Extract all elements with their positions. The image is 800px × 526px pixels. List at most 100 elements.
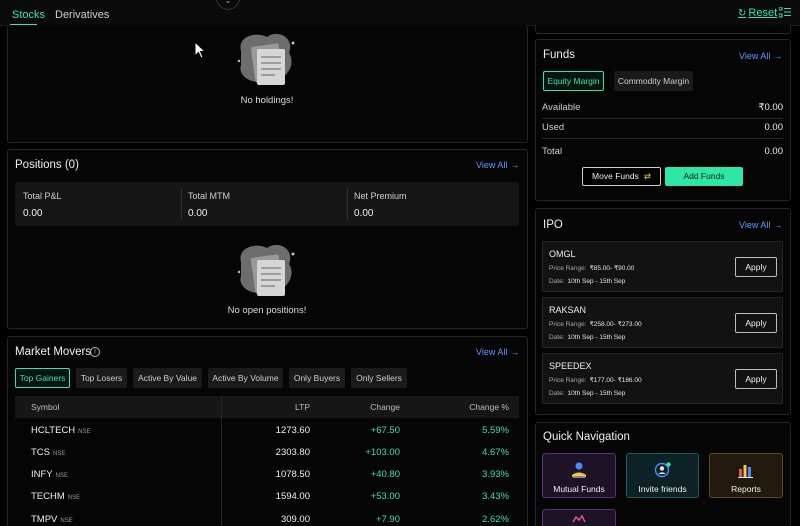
symbol-name: INFY	[31, 469, 53, 480]
price-range-label: Price Range:	[549, 377, 587, 384]
positions-summary: Total P&L 0.00 Total MTM 0.00 Net Premiu…	[15, 182, 519, 226]
reset-button[interactable]: ↻ Reset	[738, 7, 777, 19]
symbol-name: TECHM	[31, 491, 65, 502]
column-symbol[interactable]: Symbol	[31, 402, 59, 412]
date-value: 10th Sep - 15th Sep	[567, 390, 626, 397]
price-range-value: ₹177.00- ₹186.00	[589, 377, 642, 384]
row-symbol: TCS NSE	[31, 447, 65, 458]
row-ltp: 1078.50	[275, 469, 310, 480]
table-row[interactable]: TECHM NSE 1594.00 +53.00 3.43%	[15, 487, 519, 509]
funds-divider	[542, 138, 783, 139]
reports-icon	[738, 465, 753, 478]
filter-active-by-value[interactable]: Active By Value	[133, 368, 202, 388]
quick-nav-invite-friends[interactable]: Invite friends	[626, 453, 699, 498]
summary-divider	[181, 189, 182, 219]
ipo-card[interactable]: SPEEDEX Price Range: ₹177.00- ₹186.00 Dat…	[542, 353, 783, 404]
column-ltp[interactable]: LTP	[295, 402, 310, 412]
funds-view-all-link[interactable]: View All →	[739, 51, 782, 61]
ipo-card[interactable]: RAKSAN Price Range: ₹258.00- ₹273.00 Date…	[542, 297, 783, 348]
mouse-cursor-icon	[194, 41, 206, 59]
table-row[interactable]: TMPV NSE 309.00 +7.90 2.62%	[15, 510, 519, 526]
funds-used-row: Used 0.00	[542, 122, 783, 136]
table-row[interactable]: HCLTECH NSE 1273.60 +67.50 5.59%	[15, 421, 519, 443]
row-change-pct: 3.43%	[482, 491, 509, 502]
funds-row-label: Total	[542, 146, 563, 157]
more-feature-icon	[572, 514, 586, 523]
quick-nav-more[interactable]	[542, 509, 616, 526]
funds-row-label: Used	[542, 122, 565, 133]
view-all-label: View All	[476, 160, 508, 170]
row-ltp: 309.00	[280, 514, 310, 525]
summary-label: Total MTM	[188, 191, 231, 201]
market-movers-view-all-link[interactable]: View All →	[476, 347, 519, 357]
quick-nav-label: Invite friends	[638, 484, 687, 494]
filter-top-losers[interactable]: Top Losers	[76, 368, 127, 388]
filter-top-gainers[interactable]: Top Gainers	[15, 368, 70, 388]
equity-margin-tab[interactable]: Equity Margin	[543, 71, 604, 91]
empty-box-icon	[237, 244, 295, 296]
tab-stocks[interactable]: Stocks	[12, 9, 45, 21]
filter-only-sellers[interactable]: Only Sellers	[351, 368, 407, 388]
commodity-margin-tab[interactable]: Commodity Margin	[614, 71, 693, 91]
symbol-name: TCS	[31, 447, 50, 458]
filter-active-by-volume[interactable]: Active By Volume	[208, 368, 283, 388]
ipo-name: SPEEDEX	[549, 361, 592, 371]
right-top-panel	[535, 25, 791, 34]
price-range-label: Price Range:	[549, 265, 587, 272]
row-ltp: 1594.00	[275, 491, 310, 502]
holdings-empty-text: No holdings!	[240, 95, 294, 106]
ipo-card[interactable]: OMGL Price Range: ₹85.00- ₹90.00 Date: 10t…	[542, 241, 783, 292]
empty-box-icon	[237, 33, 295, 85]
top-bar: Stocks Derivatives ⌄ ↻ Reset	[0, 0, 800, 26]
market-movers-table-header: Symbol LTP Change Change %	[15, 396, 519, 418]
column-change-pct[interactable]: Change %	[469, 402, 509, 412]
row-symbol: TMPV NSE	[31, 514, 73, 525]
swap-arrows-icon: ⇄	[643, 171, 651, 181]
funds-row-label: Available	[542, 102, 581, 113]
tab-derivatives[interactable]: Derivatives	[55, 9, 109, 21]
positions-panel	[7, 149, 528, 329]
row-change-pct: 2.62%	[482, 514, 509, 525]
row-ltp: 1273.60	[275, 425, 310, 436]
ipo-price-range: Price Range: ₹85.00- ₹90.00	[549, 264, 634, 272]
positions-view-all-link[interactable]: View All →	[476, 160, 519, 170]
apply-button[interactable]: Apply	[735, 369, 777, 389]
summary-label: Net Premium	[354, 191, 407, 201]
quick-nav-reports[interactable]: Reports	[709, 453, 783, 498]
refresh-icon: ↻	[738, 8, 747, 19]
positions-title: Positions (0)	[15, 159, 79, 171]
move-funds-button[interactable]: Move Funds ⇄	[582, 167, 661, 186]
add-funds-button[interactable]: Add Funds	[665, 167, 743, 186]
row-change: +103.00	[365, 447, 400, 458]
funds-divider	[542, 118, 783, 119]
quick-nav-mutual-funds[interactable]: Mutual Funds	[542, 453, 616, 498]
symbol-name: TMPV	[31, 514, 58, 525]
ipo-price-range: Price Range: ₹177.00- ₹186.00	[549, 376, 642, 384]
table-row[interactable]: INFY NSE 1078.50 +40.80 3.93%	[15, 465, 519, 487]
funds-row-value: ₹0.00	[758, 102, 783, 113]
funds-row-value: 0.00	[764, 146, 784, 157]
ipo-view-all-link[interactable]: View All →	[739, 220, 782, 230]
table-row[interactable]: TCS NSE 2303.80 +103.00 4.67%	[15, 443, 519, 465]
row-change-pct: 3.93%	[482, 469, 509, 480]
row-change: +7.90	[375, 514, 400, 525]
ipo-date: Date: 10th Sep - 15th Sep	[549, 334, 625, 341]
filter-only-buyers[interactable]: Only Buyers	[289, 368, 345, 388]
row-change: +53.00	[370, 491, 400, 502]
apply-button[interactable]: Apply	[735, 257, 777, 277]
chevron-down-icon[interactable]: ⌄	[216, 0, 240, 10]
date-value: 10th Sep - 15th Sep	[567, 278, 626, 285]
view-all-label: View All	[739, 220, 771, 230]
column-change[interactable]: Change	[370, 402, 400, 412]
funds-panel	[535, 39, 791, 201]
date-label: Date:	[549, 334, 565, 341]
exchange-label: NSE	[60, 518, 73, 524]
info-icon[interactable]: i	[90, 347, 100, 357]
layout-settings-icon[interactable]	[779, 7, 791, 18]
summary-divider	[347, 189, 348, 219]
ipo-name: RAKSAN	[549, 305, 587, 315]
apply-button[interactable]: Apply	[735, 313, 777, 333]
exchange-label: NSE	[53, 451, 66, 457]
row-change: +67.50	[370, 425, 400, 436]
row-change: +40.80	[370, 469, 400, 480]
